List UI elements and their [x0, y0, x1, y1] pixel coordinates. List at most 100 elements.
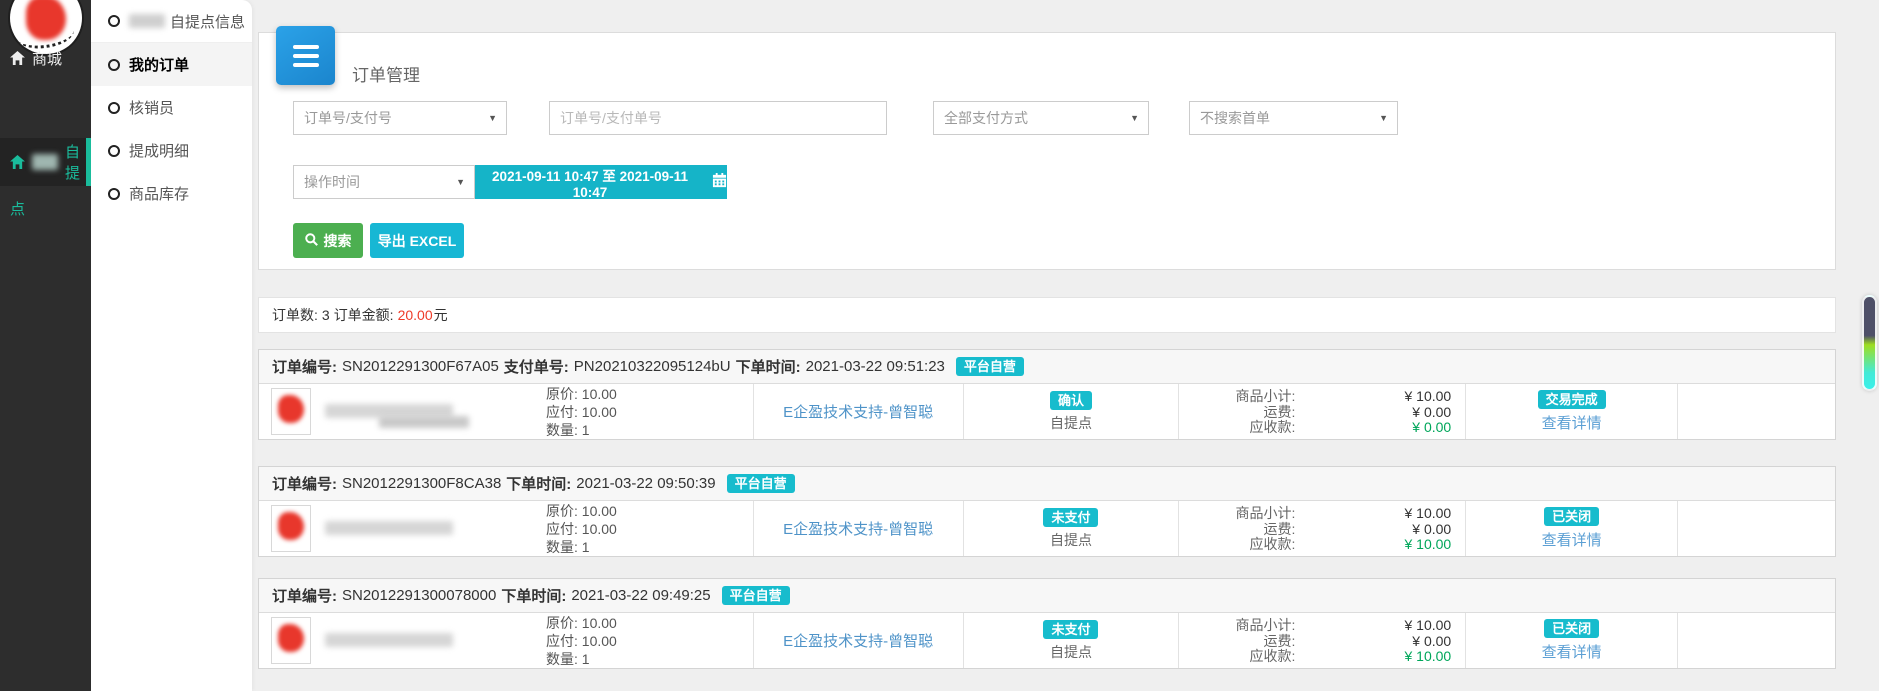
- shipping-value: ¥ 0.00: [1295, 634, 1465, 650]
- sidebar-item-label: 商城: [32, 48, 62, 69]
- order-count-value: 3: [322, 307, 330, 323]
- shipping-value: ¥ 0.00: [1295, 405, 1465, 421]
- redacted-text: [129, 14, 165, 28]
- pay-status-badge: 确认: [1050, 391, 1092, 410]
- first-order-select[interactable]: 不搜索首单 ▼: [1189, 101, 1398, 135]
- order-time-value: 2021-03-22 09:49:25: [571, 587, 710, 604]
- product-thumbnail[interactable]: [271, 617, 311, 664]
- time-type-select[interactable]: 操作时间 ▼: [293, 165, 475, 199]
- home-icon: [10, 51, 25, 65]
- order-card: 订单编号: SN2012291300F8CA38 下单时间: 2021-03-2…: [258, 466, 1836, 557]
- totals-cell: 商品小计:¥ 10.00 运费:¥ 0.00 应收款:¥ 10.00: [1178, 613, 1465, 668]
- pay-status-badge: 未支付: [1043, 620, 1098, 639]
- subtotal-value: ¥ 10.00: [1295, 618, 1465, 634]
- order-state-badge: 交易完成: [1538, 390, 1606, 409]
- radio-circle-icon: [108, 102, 120, 114]
- product-cell: 原价: 10.00 应付: 10.00 数量: 1: [259, 501, 753, 556]
- radio-circle-icon: [108, 145, 120, 157]
- menu-item-stock[interactable]: 商品库存: [91, 172, 252, 215]
- order-state-badge: 已关闭: [1544, 619, 1599, 638]
- action-cell: 交易完成 查看详情: [1465, 384, 1677, 439]
- order-number-input[interactable]: [549, 101, 887, 135]
- product-thumbnail[interactable]: [271, 388, 311, 435]
- sidebar-item-label: 自提: [65, 141, 91, 183]
- support-cell: E企盈技术支持-曾智聪: [753, 384, 963, 439]
- order-amount-label: 订单金额:: [334, 305, 394, 325]
- support-link[interactable]: E企盈技术支持-曾智聪: [783, 401, 933, 422]
- scrollbar-indicator[interactable]: [1862, 295, 1877, 391]
- pickup-label: 自提点: [1050, 642, 1092, 662]
- order-time-label: 下单时间:: [501, 585, 566, 606]
- platform-badge: 平台自营: [956, 357, 1024, 376]
- order-summary-bar: 订单数: 3 订单金额: 20.00 元: [258, 297, 1836, 333]
- status-cell: 未支付 自提点: [963, 501, 1179, 556]
- platform-badge: 平台自营: [722, 586, 790, 605]
- order-header: 订单编号: SN2012291300F67A05 支付单号: PN2021032…: [259, 350, 1835, 384]
- product-name-redacted: [379, 416, 469, 428]
- price-block: 原价: 10.00 应付: 10.00 数量: 1: [546, 385, 617, 439]
- product-image-blur: [278, 624, 304, 652]
- receivable-value: ¥ 10.00: [1295, 537, 1465, 553]
- empty-cell: [1677, 613, 1835, 668]
- menu-item-verifier[interactable]: 核销员: [91, 86, 252, 129]
- order-no-value: SN2012291300F8CA38: [342, 475, 501, 492]
- order-card: 订单编号: SN2012291300078000 下单时间: 2021-03-2…: [258, 578, 1836, 669]
- pay-no-label: 支付单号:: [504, 356, 569, 377]
- chevron-down-icon: ▼: [1379, 102, 1388, 134]
- export-button-label: 导出 EXCEL: [378, 231, 457, 251]
- order-row: 原价: 10.00 应付: 10.00 数量: 1 E企盈技术支持-曾智聪 未支…: [259, 613, 1835, 668]
- home-icon: [10, 155, 25, 169]
- date-range-value: 2021-09-11 10:47 至 2021-09-11 10:47: [475, 165, 705, 200]
- support-cell: E企盈技术支持-曾智聪: [753, 613, 963, 668]
- order-filter-panel: 订单管理 订单号/支付号 ▼ 全部支付方式 ▼ 不搜索首单 ▼ 操作时间 ▼ 2…: [258, 32, 1836, 270]
- order-header: 订单编号: SN2012291300F8CA38 下单时间: 2021-03-2…: [259, 467, 1835, 501]
- view-detail-link[interactable]: 查看详情: [1542, 641, 1602, 662]
- primary-sidebar: 商城 自提 点: [0, 0, 91, 691]
- product-image-blur: [278, 395, 304, 423]
- product-thumbnail[interactable]: [271, 505, 311, 552]
- menu-item-label: 商品库存: [129, 183, 189, 204]
- empty-cell: [1677, 384, 1835, 439]
- product-name-redacted: [325, 633, 453, 647]
- order-time-label: 下单时间:: [506, 473, 571, 494]
- product-cell: 原价: 10.00 应付: 10.00 数量: 1: [259, 613, 753, 668]
- pay-method-select[interactable]: 全部支付方式 ▼: [933, 101, 1149, 135]
- menu-item-label: 自提点信息: [170, 11, 245, 32]
- view-detail-link[interactable]: 查看详情: [1542, 529, 1602, 550]
- sidebar-item-shop[interactable]: 商城: [0, 44, 91, 72]
- order-no-label: 订单编号:: [272, 585, 337, 606]
- select-value: 操作时间: [304, 174, 360, 190]
- shipping-value: ¥ 0.00: [1295, 522, 1465, 538]
- order-card: 订单编号: SN2012291300F67A05 支付单号: PN2021032…: [258, 349, 1836, 440]
- menu-item-pickup-info[interactable]: 自提点信息: [91, 0, 252, 43]
- subtotal-value: ¥ 10.00: [1295, 389, 1465, 405]
- sidebar-item-label-wrap: 点: [10, 198, 25, 219]
- menu-toggle-button[interactable]: [276, 26, 335, 85]
- search-icon: [305, 233, 318, 249]
- support-link[interactable]: E企盈技术支持-曾智聪: [783, 630, 933, 651]
- menu-item-my-orders[interactable]: 我的订单: [91, 43, 252, 86]
- receivable-value: ¥ 10.00: [1295, 649, 1465, 665]
- order-amount-value: 20.00: [398, 307, 433, 323]
- support-link[interactable]: E企盈技术支持-曾智聪: [783, 518, 933, 539]
- platform-badge: 平台自营: [727, 474, 795, 493]
- export-excel-button[interactable]: 导出 EXCEL: [370, 223, 464, 258]
- select-value: 不搜索首单: [1200, 110, 1270, 126]
- menu-item-commission-detail[interactable]: 提成明细: [91, 129, 252, 172]
- order-number-type-select[interactable]: 订单号/支付号 ▼: [293, 101, 507, 135]
- order-row: 原价: 10.00 应付: 10.00 数量: 1 E企盈技术支持-曾智聪 未支…: [259, 501, 1835, 556]
- search-button-label: 搜索: [324, 231, 352, 251]
- search-button[interactable]: 搜索: [293, 223, 363, 258]
- price-block: 原价: 10.00 应付: 10.00 数量: 1: [546, 502, 617, 556]
- order-row: 原价: 10.00 应付: 10.00 数量: 1 E企盈技术支持-曾智聪 确认…: [259, 384, 1835, 439]
- order-no-label: 订单编号:: [272, 473, 337, 494]
- date-range-button[interactable]: 2021-09-11 10:47 至 2021-09-11 10:47: [475, 165, 727, 199]
- sidebar-item-pickup-point[interactable]: 自提: [0, 138, 91, 186]
- view-detail-link[interactable]: 查看详情: [1542, 412, 1602, 433]
- menu-item-label: 我的订单: [129, 54, 189, 75]
- order-no-value: SN2012291300078000: [342, 587, 496, 604]
- subtotal-value: ¥ 10.00: [1295, 506, 1465, 522]
- product-cell: 原价: 10.00 应付: 10.00 数量: 1: [259, 384, 753, 439]
- redacted-text: [32, 154, 58, 170]
- radio-circle-icon: [108, 188, 120, 200]
